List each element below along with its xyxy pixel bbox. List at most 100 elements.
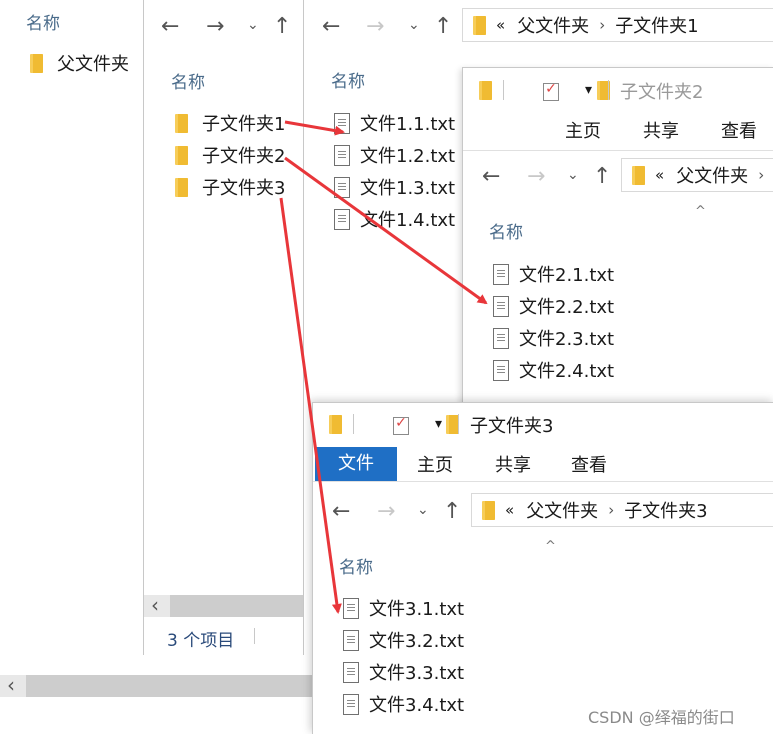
status-bar-count: 3 个项目	[167, 631, 235, 651]
status-divider	[254, 628, 255, 644]
breadcrumb-parent[interactable]: 父文件夹	[526, 497, 598, 523]
address-bar[interactable]: « 父文件夹 ›	[621, 158, 773, 192]
tab-share[interactable]: 共享	[483, 449, 543, 483]
folder-icon	[479, 81, 492, 100]
text-file-icon	[493, 295, 509, 317]
item-label: 文件3.1.txt	[369, 599, 465, 620]
item-label: 文件3.3.txt	[369, 663, 465, 684]
scrollbar-thumb[interactable]	[170, 595, 319, 617]
address-bar[interactable]: « 父文件夹 › 子文件夹3	[471, 493, 773, 527]
up-button[interactable]: ↑	[434, 16, 452, 38]
scroll-left-arrow[interactable]: ‹	[7, 673, 15, 697]
ribbon-divider	[313, 481, 773, 482]
customize-toolbar-dropdown[interactable]: ▾	[435, 416, 442, 432]
column-header-name[interactable]: 名称	[339, 553, 373, 578]
column-header-name[interactable]: 名称	[26, 9, 60, 34]
scroll-left-arrow[interactable]: ‹	[151, 593, 159, 617]
address-overflow-chevron[interactable]: «	[496, 16, 505, 34]
address-overflow-chevron[interactable]: «	[505, 501, 514, 519]
folder-icon	[329, 415, 342, 434]
up-button[interactable]: ↑	[443, 501, 461, 523]
forward-button[interactable]: →	[527, 166, 545, 188]
back-button[interactable]: ←	[332, 501, 350, 523]
item-label: 文件1.1.txt	[360, 114, 456, 135]
text-file-icon	[334, 144, 350, 166]
back-button[interactable]: ←	[161, 16, 179, 38]
horizontal-scrollbar[interactable]: ‹	[144, 593, 319, 617]
breadcrumb-parent[interactable]: 父文件夹	[676, 162, 748, 188]
text-file-icon	[343, 693, 359, 715]
breadcrumb-current[interactable]: 子文件夹1	[615, 12, 698, 38]
forward-button[interactable]: →	[206, 16, 224, 38]
customize-toolbar-dropdown[interactable]: ▾	[585, 82, 592, 98]
sort-indicator: ^	[545, 539, 556, 554]
tab-file[interactable]: 文件	[315, 447, 397, 481]
address-bar[interactable]: « 父文件夹 › 子文件夹1	[462, 8, 773, 42]
list-item[interactable]: 文件3.3.txt	[343, 656, 464, 688]
item-label: 文件2.3.txt	[519, 329, 615, 350]
list-item[interactable]: 文件2.2.txt	[493, 290, 614, 322]
list-item-subfolder-1[interactable]: 子文件夹1	[175, 107, 285, 139]
text-file-icon	[334, 112, 350, 134]
window-title: 子文件夹2	[620, 82, 704, 103]
breadcrumb-separator[interactable]: ›	[758, 166, 764, 184]
forward-button[interactable]: →	[366, 16, 384, 38]
folder-icon	[632, 165, 645, 185]
recent-locations-dropdown[interactable]: ⌄	[567, 168, 579, 182]
toolbar-divider	[608, 80, 609, 100]
toolbar-divider	[458, 414, 459, 434]
tab-share[interactable]: 共享	[631, 115, 691, 149]
text-file-icon	[493, 359, 509, 381]
column-header-name[interactable]: 名称	[489, 218, 523, 243]
list-item-subfolder-3[interactable]: 子文件夹3	[175, 171, 285, 203]
list-item[interactable]: 文件2.3.txt	[493, 322, 614, 354]
tab-view[interactable]: 查看	[559, 449, 619, 483]
properties-icon[interactable]	[393, 415, 410, 435]
item-label: 文件2.4.txt	[519, 361, 615, 382]
watermark: CSDN @绎福的街口	[588, 708, 735, 727]
item-label: 子文件夹2	[202, 146, 286, 167]
scrollbar-thumb[interactable]	[26, 675, 320, 697]
up-button[interactable]: ↑	[593, 166, 611, 188]
column-header-name[interactable]: 名称	[331, 67, 365, 92]
tab-home[interactable]: 主页	[405, 449, 465, 483]
properties-icon[interactable]	[543, 81, 560, 101]
subfolder3-explorer-window: ▾ 子文件夹3 文件 主页 共享 查看 ← → ⌄ ↑ « 父文件夹 › 子文件…	[312, 402, 773, 734]
list-item[interactable]: 文件1.1.txt	[334, 107, 455, 139]
text-file-icon	[334, 176, 350, 198]
list-item[interactable]: 父文件夹	[30, 47, 129, 79]
breadcrumb-separator[interactable]: ›	[608, 501, 614, 519]
back-button[interactable]: ←	[322, 16, 340, 38]
folder-icon	[175, 177, 188, 197]
list-item[interactable]: 文件3.2.txt	[343, 624, 464, 656]
breadcrumb-parent[interactable]: 父文件夹	[517, 12, 589, 38]
list-item[interactable]: 文件1.4.txt	[334, 203, 455, 235]
item-label: 文件1.2.txt	[360, 146, 456, 167]
back-button[interactable]: ←	[482, 166, 500, 188]
tab-home[interactable]: 主页	[553, 115, 613, 149]
breadcrumb-current[interactable]: 子文件夹3	[624, 497, 707, 523]
recent-locations-dropdown[interactable]: ⌄	[247, 18, 259, 32]
column-header-name[interactable]: 名称	[171, 68, 205, 93]
forward-button[interactable]: →	[377, 501, 395, 523]
list-item[interactable]: 文件3.1.txt	[343, 592, 464, 624]
recent-locations-dropdown[interactable]: ⌄	[408, 18, 420, 32]
folder-icon	[175, 145, 188, 165]
horizontal-scrollbar[interactable]: ‹	[0, 673, 320, 697]
list-item[interactable]: 文件2.4.txt	[493, 354, 614, 386]
list-item[interactable]: 文件3.4.txt	[343, 688, 464, 720]
address-overflow-chevron[interactable]: «	[655, 166, 664, 184]
folder-icon	[473, 15, 486, 35]
subfolder2-explorer-window: ▾ 子文件夹2 主页 共享 查看 ← → ⌄ ↑ « 父文件夹 › ^ 名称 文…	[462, 67, 773, 413]
up-button[interactable]: ↑	[273, 16, 291, 38]
breadcrumb-separator[interactable]: ›	[599, 16, 605, 34]
recent-locations-dropdown[interactable]: ⌄	[417, 503, 429, 517]
item-label: 文件2.2.txt	[519, 297, 615, 318]
list-item[interactable]: 文件1.2.txt	[334, 139, 455, 171]
item-label: 文件1.3.txt	[360, 178, 456, 199]
list-item-subfolder-2[interactable]: 子文件夹2	[175, 139, 285, 171]
list-item[interactable]: 文件1.3.txt	[334, 171, 455, 203]
tab-view[interactable]: 查看	[709, 115, 769, 149]
text-file-icon	[343, 597, 359, 619]
list-item[interactable]: 文件2.1.txt	[493, 258, 614, 290]
